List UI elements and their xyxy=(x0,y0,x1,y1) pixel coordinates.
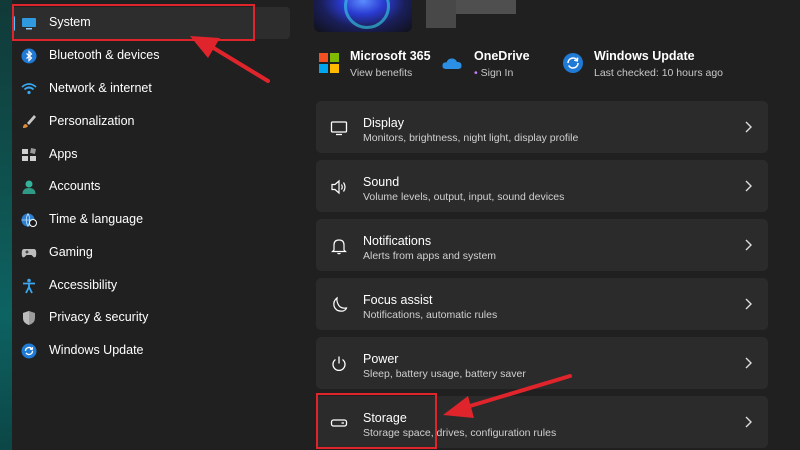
drive-icon xyxy=(330,419,348,427)
display-settings-card[interactable]: Display Monitors, brightness, night ligh… xyxy=(316,101,768,153)
card-title: Sound xyxy=(363,175,400,189)
power-icon xyxy=(332,356,346,371)
apps-icon xyxy=(22,148,36,161)
storage-settings-card[interactable]: Storage Storage space, drives, configura… xyxy=(316,396,768,448)
person-icon xyxy=(22,180,36,194)
chevron-right-icon xyxy=(745,416,752,428)
desktop-edge-glow xyxy=(0,0,12,450)
sidebar-item-label: Time & language xyxy=(49,212,144,226)
focus-assist-settings-card[interactable]: Focus assist Notifications, automatic ru… xyxy=(316,278,768,330)
sidebar-item-apps[interactable]: Apps xyxy=(12,139,290,171)
bluetooth-icon xyxy=(21,48,37,64)
card-title: Focus assist xyxy=(363,293,433,307)
wifi-icon xyxy=(21,83,37,95)
monitor-icon xyxy=(330,121,348,136)
moon-icon xyxy=(333,296,348,312)
chevron-right-icon xyxy=(745,357,752,369)
chevron-right-icon xyxy=(745,180,752,192)
quick-link-subtitle: Last checked: 10 hours ago xyxy=(594,67,724,79)
sidebar-item-label: Gaming xyxy=(49,245,93,259)
card-subtitle: Sleep, battery usage, battery saver xyxy=(363,368,526,380)
card-title: Display xyxy=(363,116,404,130)
system-settings-page: Microsoft 365 View benefits OneDrive • S… xyxy=(302,0,800,450)
update-icon xyxy=(21,343,37,359)
chevron-right-icon xyxy=(745,298,752,310)
quick-link-title: Microsoft 365 xyxy=(350,49,431,63)
selection-indicator xyxy=(12,16,15,31)
sidebar-item-network[interactable]: Network & internet xyxy=(12,73,290,105)
sidebar-item-label: Bluetooth & devices xyxy=(49,48,160,62)
globe-clock-icon xyxy=(21,213,37,227)
notifications-settings-card[interactable]: Notifications Alerts from apps and syste… xyxy=(316,219,768,271)
sidebar-item-accessibility[interactable]: Accessibility xyxy=(12,270,290,302)
sidebar-item-label: Apps xyxy=(49,147,78,161)
settings-sidebar: System Bluetooth & devices Network & int… xyxy=(12,0,302,450)
onedrive-link[interactable]: OneDrive • Sign In xyxy=(442,48,542,84)
quick-link-subtitle: View benefits xyxy=(350,67,413,79)
quick-link-title: Windows Update xyxy=(594,49,695,63)
sidebar-item-gaming[interactable]: Gaming xyxy=(12,237,290,269)
microsoft-logo-icon xyxy=(319,53,339,73)
sidebar-item-privacy-security[interactable]: Privacy & security xyxy=(12,302,290,334)
device-name-blurred xyxy=(456,0,516,14)
quick-link-title: OneDrive xyxy=(474,49,530,63)
sidebar-item-label: Windows Update xyxy=(49,343,144,357)
status-dot: • xyxy=(474,67,478,79)
chevron-right-icon xyxy=(745,121,752,133)
wallpaper-thumbnail[interactable] xyxy=(314,0,412,32)
bell-icon xyxy=(331,239,347,255)
microsoft-365-link[interactable]: Microsoft 365 View benefits xyxy=(318,48,431,84)
shield-icon xyxy=(23,311,35,325)
card-title: Power xyxy=(363,352,399,366)
onedrive-cloud-icon xyxy=(442,58,462,69)
gamepad-icon xyxy=(21,249,37,258)
sidebar-item-label: Privacy & security xyxy=(49,310,149,324)
brush-icon xyxy=(23,115,36,128)
card-subtitle: Notifications, automatic rules xyxy=(363,309,498,321)
quick-link-subtitle: • Sign In xyxy=(474,67,513,79)
sidebar-item-label: System xyxy=(49,15,91,29)
sidebar-item-system[interactable]: System xyxy=(12,7,290,39)
power-settings-card[interactable]: Power Sleep, battery usage, battery save… xyxy=(316,337,768,389)
sidebar-item-time-language[interactable]: Time & language xyxy=(12,204,290,236)
sidebar-item-label: Personalization xyxy=(49,114,135,128)
card-subtitle: Alerts from apps and system xyxy=(363,250,497,262)
onedrive-status-text: Sign In xyxy=(480,67,514,79)
sidebar-item-label: Network & internet xyxy=(49,81,152,95)
card-subtitle: Storage space, drives, configuration rul… xyxy=(363,427,557,439)
speaker-icon xyxy=(331,179,346,195)
chevron-right-icon xyxy=(745,239,752,251)
card-subtitle: Volume levels, output, input, sound devi… xyxy=(363,191,565,203)
update-icon xyxy=(563,53,583,73)
sidebar-item-label: Accessibility xyxy=(49,278,118,292)
accessibility-icon xyxy=(23,278,35,294)
sidebar-item-bluetooth[interactable]: Bluetooth & devices xyxy=(12,40,290,72)
windows-update-link[interactable]: Windows Update Last checked: 10 hours ag… xyxy=(562,48,732,84)
card-title: Storage xyxy=(363,411,407,425)
sidebar-item-accounts[interactable]: Accounts xyxy=(12,171,290,203)
display-icon xyxy=(22,18,36,30)
sidebar-item-windows-update[interactable]: Windows Update xyxy=(12,335,290,367)
card-subtitle: Monitors, brightness, night light, displ… xyxy=(363,132,579,144)
sidebar-item-personalization[interactable]: Personalization xyxy=(12,106,290,138)
device-name-blurred xyxy=(426,0,456,28)
sidebar-item-label: Accounts xyxy=(49,179,101,193)
sound-settings-card[interactable]: Sound Volume levels, output, input, soun… xyxy=(316,160,768,212)
card-title: Notifications xyxy=(363,234,432,248)
